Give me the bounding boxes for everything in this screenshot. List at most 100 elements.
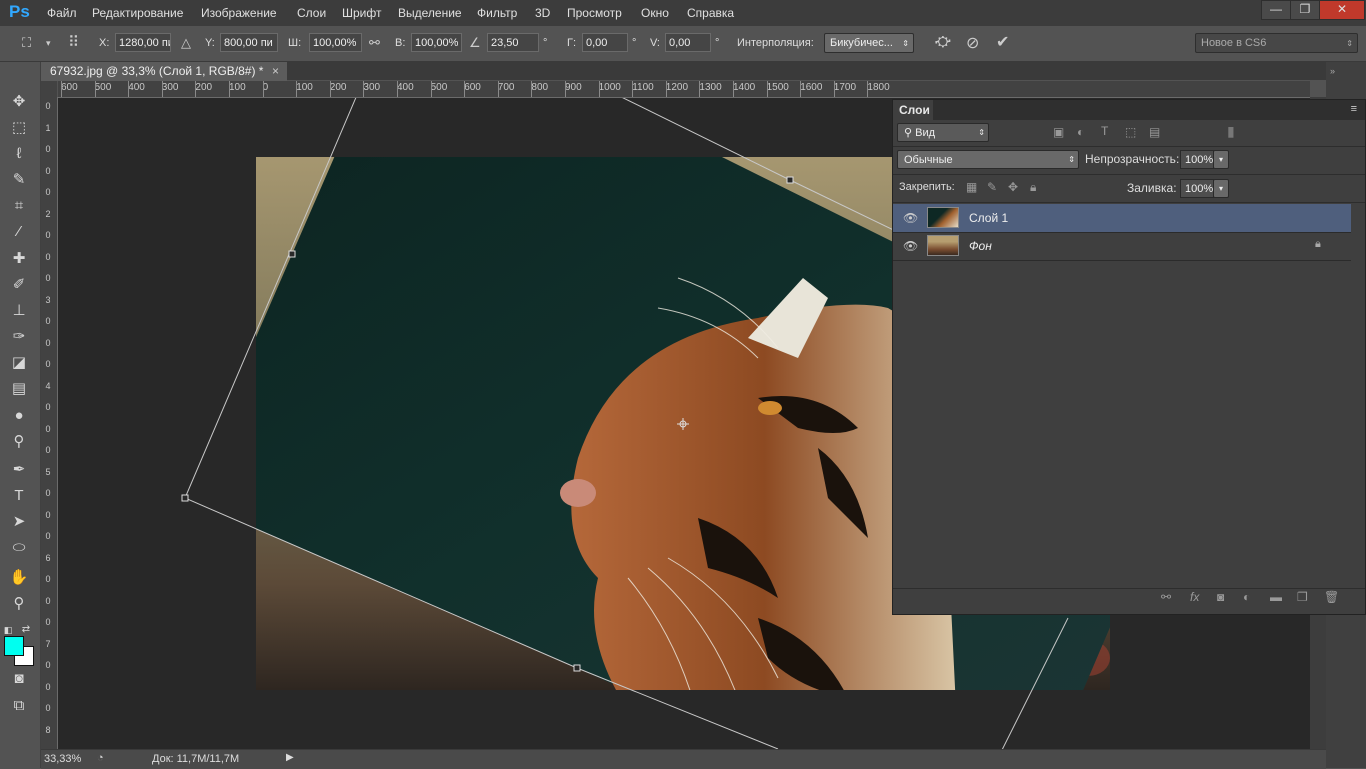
filter-toggle-icon[interactable]: ▮ — [1227, 123, 1235, 140]
zoom-tool-icon[interactable]: ⚲ — [8, 593, 30, 615]
menu-view[interactable]: Просмотр — [567, 6, 622, 20]
filter-type-icon[interactable]: T — [1101, 124, 1108, 138]
commit-transform-icon[interactable]: ✔ — [996, 32, 1009, 52]
menu-3d[interactable]: 3D — [535, 6, 550, 20]
quick-mask-icon[interactable]: ◙ — [8, 668, 30, 690]
close-window-button[interactable]: ✕ — [1319, 0, 1365, 20]
menu-type[interactable]: Шрифт — [342, 6, 381, 20]
layer-style-fx-icon[interactable]: fx — [1190, 590, 1199, 604]
add-mask-icon[interactable]: ◙ — [1217, 590, 1224, 604]
adjustment-layer-icon[interactable]: ◐ — [1243, 590, 1250, 604]
horizontal-skew-input[interactable]: 0,00 — [582, 33, 628, 52]
width-input[interactable]: 100,00% — [309, 33, 362, 52]
dodge-tool-icon[interactable]: ⚲ — [8, 431, 30, 453]
lock-transparency-icon[interactable]: ▦ — [966, 180, 977, 194]
eyedropper-tool-icon[interactable]: ⁄ — [8, 221, 30, 243]
link-icon[interactable]: ⚯ — [369, 35, 380, 51]
clone-stamp-tool-icon[interactable]: ⊥ — [8, 300, 30, 322]
minimize-button[interactable]: — — [1261, 0, 1291, 20]
panel-menu-icon[interactable]: ≡ — [1351, 103, 1357, 115]
vertical-ruler[interactable]: 0 1 0 0 0 2 0 0 0 3 0 0 0 4 0 0 0 5 0 0 0 6 0 0 0 7 0 0 0 8 — [41, 97, 58, 749]
ellipse-tool-icon[interactable]: ⬭ — [8, 537, 30, 559]
relative-position-icon[interactable]: △ — [181, 35, 191, 51]
menu-image[interactable]: Изображение — [201, 6, 277, 20]
visibility-eye-icon[interactable]: 👁︎ — [903, 239, 918, 253]
rotation-angle-input[interactable]: 23,50 — [487, 33, 539, 52]
transform-tool-icon[interactable]: ⛶ — [22, 35, 31, 51]
fill-dropdown-icon[interactable]: ▾ — [1213, 179, 1229, 198]
hand-tool-icon[interactable]: ✋ — [8, 567, 30, 589]
transform-handle[interactable] — [181, 494, 189, 502]
menu-edit[interactable]: Редактирование — [92, 6, 183, 20]
type-tool-icon[interactable]: T — [8, 485, 30, 507]
interpolation-select[interactable]: Бикубичес... ⇕ — [824, 33, 914, 53]
menu-select[interactable]: Выделение — [398, 6, 462, 20]
eraser-tool-icon[interactable]: ◪ — [8, 352, 30, 374]
height-input[interactable]: 100,00% — [411, 33, 462, 52]
pen-tool-icon[interactable]: ✒ — [8, 459, 30, 481]
menu-help[interactable]: Справка — [687, 6, 734, 20]
transform-handle[interactable] — [786, 176, 794, 184]
x-position-input[interactable]: 1280,00 пи — [115, 33, 171, 52]
path-selection-tool-icon[interactable]: ➤ — [8, 511, 30, 533]
transform-handle[interactable] — [288, 250, 296, 258]
layer-name[interactable]: Слой 1 — [969, 211, 1008, 225]
close-tab-icon[interactable]: × — [272, 62, 279, 81]
lock-label: Закрепить: — [899, 181, 955, 193]
ruler-origin[interactable] — [41, 81, 57, 97]
menu-layers[interactable]: Слои — [297, 6, 326, 20]
filter-pixel-icon[interactable]: ▣ — [1053, 125, 1064, 139]
menu-window[interactable]: Окно — [641, 6, 669, 20]
filter-adjustment-icon[interactable]: ◐ — [1077, 125, 1084, 139]
opacity-dropdown-icon[interactable]: ▾ — [1213, 150, 1229, 169]
blend-mode-select[interactable]: Обычные ⇕ — [897, 150, 1079, 169]
chevron-down-icon[interactable]: ▾ — [46, 38, 51, 49]
cancel-transform-icon[interactable]: ⊘ — [966, 33, 979, 53]
menu-filter[interactable]: Фильтр — [477, 6, 517, 20]
history-brush-tool-icon[interactable]: ✑ — [8, 326, 30, 348]
visibility-eye-icon[interactable]: 👁︎ — [903, 211, 918, 225]
menu-file[interactable]: Файл — [47, 6, 77, 20]
marquee-tool-icon[interactable]: ⬚ — [8, 117, 30, 139]
workspace-select[interactable]: Новое в CS6 ⇕ — [1195, 33, 1358, 53]
move-tool-icon[interactable]: ✥ — [8, 91, 30, 113]
collapse-dock-icon[interactable]: » — [1330, 66, 1335, 76]
lock-all-icon[interactable]: 🔒︎ — [1030, 180, 1036, 195]
restore-button[interactable]: ❐ — [1290, 0, 1320, 20]
new-layer-icon[interactable]: ❐ — [1297, 590, 1308, 604]
transform-handle[interactable] — [573, 664, 581, 672]
vertical-skew-input[interactable]: 0,00 — [665, 33, 711, 52]
brush-tool-icon[interactable]: ✐ — [8, 274, 30, 296]
crop-tool-icon[interactable]: ⌗ — [8, 195, 30, 217]
new-group-icon[interactable]: ▬ — [1270, 590, 1282, 604]
fill-input[interactable]: 100% — [1180, 179, 1214, 198]
zoom-level[interactable]: 33,33% — [44, 753, 81, 765]
delete-layer-icon[interactable]: 🗑︎ — [1324, 590, 1339, 604]
layers-tab[interactable]: Слои — [893, 100, 933, 120]
layer-row-background[interactable]: 👁︎ Фон 🔒︎ — [893, 232, 1351, 261]
warp-mode-icon[interactable]: ⛮ — [935, 33, 951, 50]
lasso-tool-icon[interactable]: ℓ — [8, 143, 30, 165]
link-layers-icon[interactable]: ⚯ — [1161, 590, 1171, 604]
gradient-tool-icon[interactable]: ▤ — [8, 378, 30, 400]
quick-selection-tool-icon[interactable]: ✎ — [8, 169, 30, 191]
y-position-input[interactable]: 800,00 пи — [220, 33, 278, 52]
reference-point-icon[interactable]: ⠿ — [68, 33, 79, 51]
layer-name[interactable]: Фон — [969, 239, 992, 253]
status-info-icon[interactable]: ◔ — [97, 752, 104, 764]
document-tab[interactable]: 67932.jpg @ 33,3% (Слой 1, RGB/8#) * × — [41, 62, 287, 81]
status-menu-arrow-icon[interactable]: ▶ — [286, 752, 294, 763]
lock-image-icon[interactable]: ✎ — [987, 180, 997, 194]
layer-row-layer1[interactable]: 👁︎ Слой 1 — [893, 204, 1351, 233]
lock-position-icon[interactable]: ✥ — [1008, 180, 1018, 194]
healing-brush-tool-icon[interactable]: ✚ — [8, 248, 30, 270]
blur-tool-icon[interactable]: ● — [8, 405, 30, 427]
filter-kind-select[interactable]: ⚲ Вид ⇕ — [897, 123, 989, 142]
horizontal-ruler[interactable]: 600 500 400 300 200 100 0 100 200 300 400 500 600 700… — [58, 81, 1310, 98]
opacity-input[interactable]: 100% — [1180, 150, 1214, 169]
ruler-tick — [531, 81, 533, 97]
foreground-color-swatch[interactable] — [4, 636, 24, 656]
screen-mode-icon[interactable]: ⧉ — [8, 695, 30, 717]
filter-shape-icon[interactable]: ⬚ — [1125, 125, 1136, 139]
filter-smart-object-icon[interactable]: ▤ — [1149, 125, 1160, 139]
